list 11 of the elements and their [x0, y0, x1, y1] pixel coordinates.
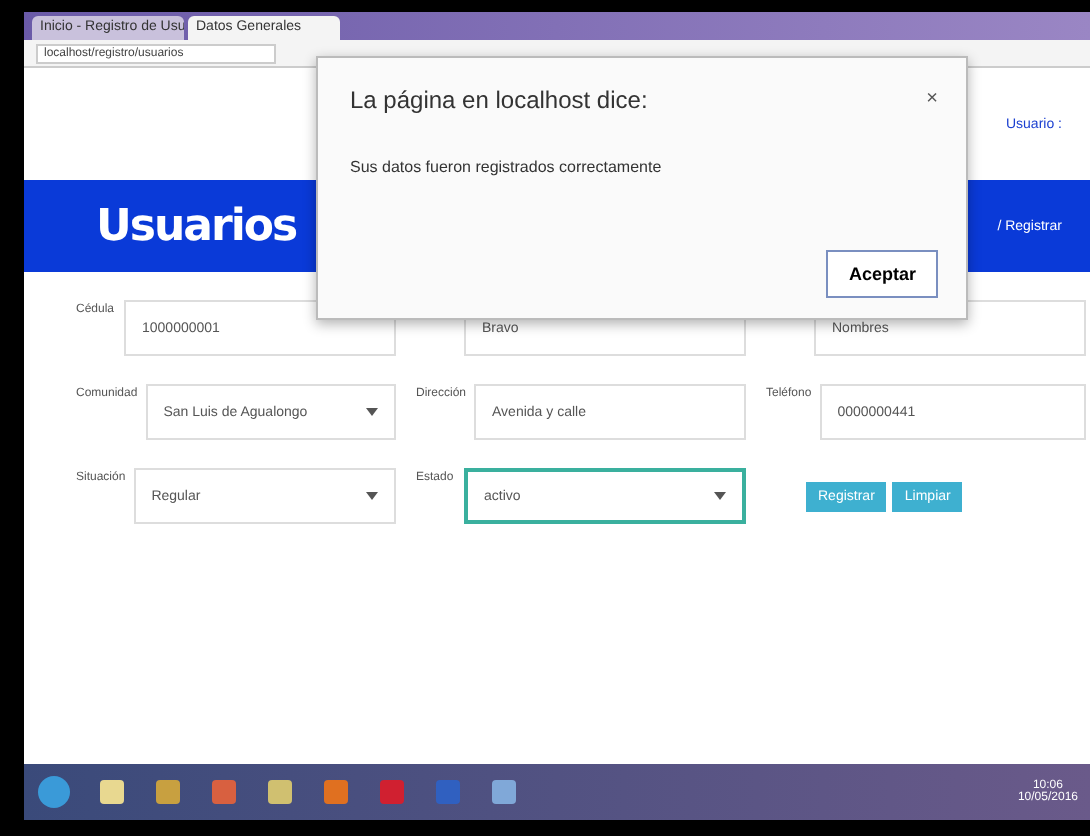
caret-icon [714, 492, 726, 500]
app-icon[interactable] [152, 776, 184, 808]
app-icon[interactable] [264, 776, 296, 808]
app-icon[interactable] [488, 776, 520, 808]
dialog-title: La página en localhost dice: [350, 86, 648, 114]
close-button[interactable]: × [926, 86, 938, 110]
accept-button[interactable]: Aceptar [826, 250, 938, 298]
dialog-message: Sus datos fueron registrados correctamente [350, 158, 664, 176]
caret-icon [366, 408, 378, 416]
page-title: Usuarios [96, 201, 297, 251]
caret-icon [366, 492, 378, 500]
